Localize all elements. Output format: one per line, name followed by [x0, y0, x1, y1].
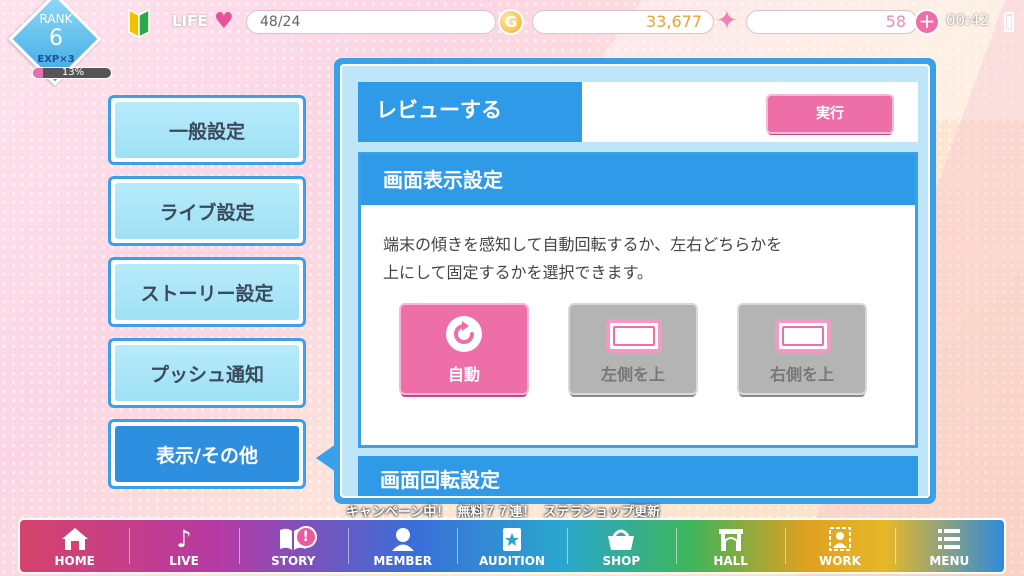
sidebar-item-label: 表示/その他 — [115, 426, 299, 482]
sidebar-item-live[interactable]: ライブ設定 — [108, 176, 306, 246]
life-label: LIFE — [172, 12, 208, 30]
nav-label: LIVE — [169, 554, 199, 568]
review-row: レビューする 実行 — [358, 82, 918, 142]
heart-icon: ♥ — [214, 9, 234, 34]
add-stars-button[interactable]: + — [914, 9, 940, 35]
sidebar-item-display-other[interactable]: 表示/その他 — [108, 419, 306, 489]
beginner-leaf-icon — [128, 8, 150, 38]
sidebar-item-label: プッシュ通知 — [115, 345, 299, 401]
menu-list-icon — [938, 529, 961, 549]
exp-progress-bar: 13% — [32, 67, 112, 79]
work-icon — [828, 527, 851, 551]
nav-home[interactable]: HOME — [20, 520, 129, 572]
nav-hall[interactable]: HALL — [675, 520, 785, 572]
orientation-label: 右側を上 — [769, 365, 834, 384]
orientation-auto-button[interactable]: 自動 — [401, 305, 527, 393]
nav-story[interactable]: ! STORY — [238, 520, 348, 572]
rotate-icon — [446, 316, 482, 352]
nav-label: SHOP — [602, 554, 641, 568]
sidebar-item-general[interactable]: 一般設定 — [108, 95, 306, 165]
review-run-button[interactable]: 実行 — [768, 96, 892, 132]
nav-member[interactable]: MEMBER — [347, 520, 457, 572]
nav-shop[interactable]: SHOP — [566, 520, 676, 572]
bottom-nav: HOME ♪ LIVE ! STORY MEMBER AUDITION SHOP — [18, 518, 1006, 574]
nav-live[interactable]: ♪ LIVE — [129, 520, 238, 572]
audition-card-icon — [502, 528, 521, 551]
nav-label: MENU — [929, 554, 970, 568]
orientation-label: 自動 — [447, 365, 480, 384]
section-description: 端末の傾きを感知して自動回転するか、左右どちらかを 上にして固定するかを選択でき… — [383, 231, 903, 287]
description-line: 上にして固定するかを選択できます。 — [383, 263, 653, 282]
active-pointer — [316, 444, 336, 472]
exp-boost-label: EXP×3 — [37, 54, 75, 65]
nav-label: HALL — [713, 554, 748, 568]
section-title: 画面表示設定 — [361, 155, 915, 205]
phone-landscape-icon — [775, 319, 831, 353]
phone-landscape-icon — [606, 319, 662, 353]
nav-label: HOME — [54, 554, 95, 568]
settings-panel[interactable]: レビューする 実行 画面表示設定 端末の傾きを感知して自動回転するか、左右どちら… — [334, 58, 936, 504]
settings-scroll-area[interactable]: レビューする 実行 画面表示設定 端末の傾きを感知して自動回転するか、左右どちら… — [340, 64, 930, 498]
orientation-label: 左側を上 — [600, 365, 665, 384]
notification-badge: ! — [294, 526, 317, 548]
nav-audition[interactable]: AUDITION — [457, 520, 566, 572]
sidebar-item-push[interactable]: プッシュ通知 — [108, 338, 306, 408]
member-icon — [391, 528, 414, 551]
nav-label: WORK — [818, 554, 861, 568]
exp-percent: 13% — [61, 67, 85, 78]
orientation-left-up-button[interactable]: 左側を上 — [570, 305, 696, 393]
star-counter: 58 — [746, 10, 918, 34]
review-label: レビューする — [358, 82, 582, 142]
orientation-right-up-button[interactable]: 右側を上 — [739, 305, 865, 393]
display-settings-section: 画面表示設定 端末の傾きを感知して自動回転するか、左右どちらかを 上にして固定す… — [358, 152, 918, 448]
basket-icon — [608, 529, 635, 550]
nav-label: AUDITION — [478, 554, 545, 568]
sidebar-item-story[interactable]: ストーリー設定 — [108, 257, 306, 327]
section-title: 画面回転設定 — [358, 456, 918, 496]
nav-label: MEMBER — [373, 554, 432, 568]
battery-icon — [1004, 12, 1014, 32]
coin-icon: G — [498, 9, 524, 35]
sidebar-item-label: ライブ設定 — [115, 183, 299, 239]
coin-counter: 33,677 — [532, 10, 714, 34]
sidebar-item-label: 一般設定 — [115, 102, 299, 158]
clock: 00:42 — [946, 11, 990, 29]
home-icon — [61, 528, 88, 550]
music-note-icon: ♪ — [176, 525, 192, 553]
sparkle-icon: ✦ — [716, 6, 738, 36]
rank-badge: RANK 6 EXP×3 13% — [8, 0, 112, 88]
nav-work[interactable]: WORK — [785, 520, 894, 572]
rank-label: RANK — [39, 12, 73, 26]
sidebar-item-label: ストーリー設定 — [115, 264, 299, 320]
description-line: 端末の傾きを感知して自動回転するか、左右どちらかを — [383, 235, 783, 254]
nav-label: STORY — [271, 554, 316, 568]
hall-gate-icon — [718, 529, 743, 551]
life-counter: 48/24 — [246, 10, 496, 34]
rank-value: 6 — [49, 26, 63, 51]
nav-menu[interactable]: MENU — [894, 520, 1004, 572]
